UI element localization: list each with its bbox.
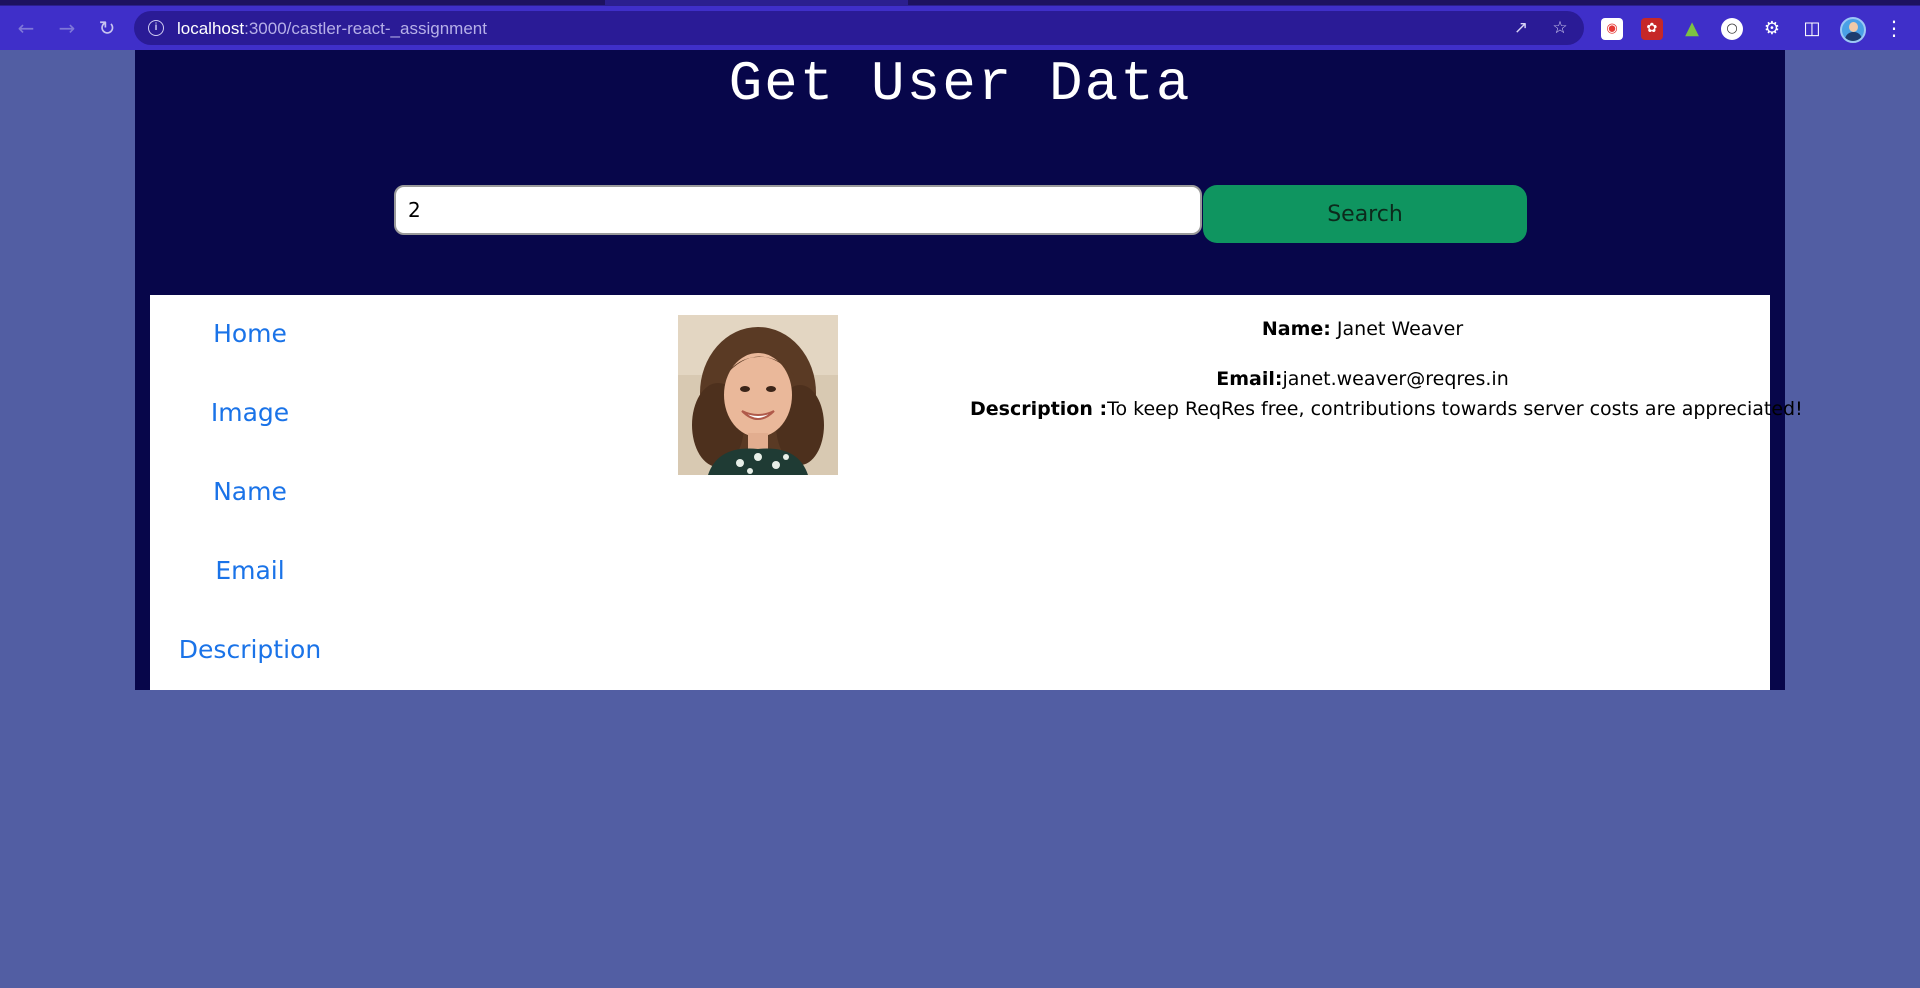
user-email-row: Email:janet.weaver@reqres.in xyxy=(970,368,1755,390)
portrait-illustration xyxy=(678,315,838,475)
name-label: Name: xyxy=(1261,318,1331,340)
extension-icon[interactable]: ✿ xyxy=(1641,18,1663,40)
browser-toolbar: ← → ↻ i localhost:3000/castler-react-_as… xyxy=(0,6,1920,50)
back-icon[interactable]: ← xyxy=(12,14,40,42)
url-path: :3000/castler-react-_assignment xyxy=(244,19,487,38)
url-host: localhost xyxy=(177,19,245,38)
extension-circle-icon[interactable]: ○ xyxy=(1721,18,1743,40)
user-name-row: Name: Janet Weaver xyxy=(970,318,1755,340)
sidebar-item-description[interactable]: Description xyxy=(150,635,350,664)
search-input[interactable] xyxy=(394,185,1202,235)
user-description-row: Description :To keep ReqRes free, contri… xyxy=(970,398,1803,420)
email-label: Email: xyxy=(1216,368,1283,390)
reload-icon[interactable]: ↻ xyxy=(93,14,121,42)
site-info-icon[interactable]: i xyxy=(148,20,164,36)
browser-tab[interactable] xyxy=(0,0,605,5)
sidebar-item-name[interactable]: Name xyxy=(150,477,350,506)
user-email-value: janet.weaver@reqres.in xyxy=(1282,368,1509,390)
sidebar-item-home[interactable]: Home xyxy=(150,319,350,348)
menu-kebab-icon[interactable]: ⋮ xyxy=(1880,14,1908,42)
app-container: Get User Data Search Home Image Name Ema… xyxy=(135,50,1803,690)
search-button[interactable]: Search xyxy=(1203,185,1527,243)
side-panel-icon[interactable]: ◫ xyxy=(1801,18,1823,40)
sidebar-item-image[interactable]: Image xyxy=(150,398,350,427)
page-title: Get User Data xyxy=(728,52,1192,116)
user-name-value: Janet Weaver xyxy=(1336,318,1464,340)
description-label: Description : xyxy=(970,398,1108,420)
address-bar[interactable]: i localhost:3000/castler-react-_assignme… xyxy=(134,11,1584,45)
user-description-value: To keep ReqRes free, contributions towar… xyxy=(1107,398,1803,420)
browser-tab[interactable] xyxy=(908,0,1920,5)
pocket-extension-icon[interactable]: ◉ xyxy=(1601,18,1623,40)
extensions-puzzle-icon[interactable]: ⚙ xyxy=(1761,18,1783,40)
sidebar-item-email[interactable]: Email xyxy=(150,556,350,585)
forward-icon[interactable]: → xyxy=(53,14,81,42)
address-url[interactable]: localhost:3000/castler-react-_assignment xyxy=(177,19,487,39)
user-card: Home Image Name Email Description Name: … xyxy=(150,295,1803,690)
user-avatar-image xyxy=(678,315,838,475)
bookmark-star-icon[interactable]: ☆ xyxy=(1550,18,1570,38)
share-icon[interactable]: ↗ xyxy=(1511,18,1531,38)
tree-extension-icon[interactable]: ▲ xyxy=(1681,18,1703,40)
